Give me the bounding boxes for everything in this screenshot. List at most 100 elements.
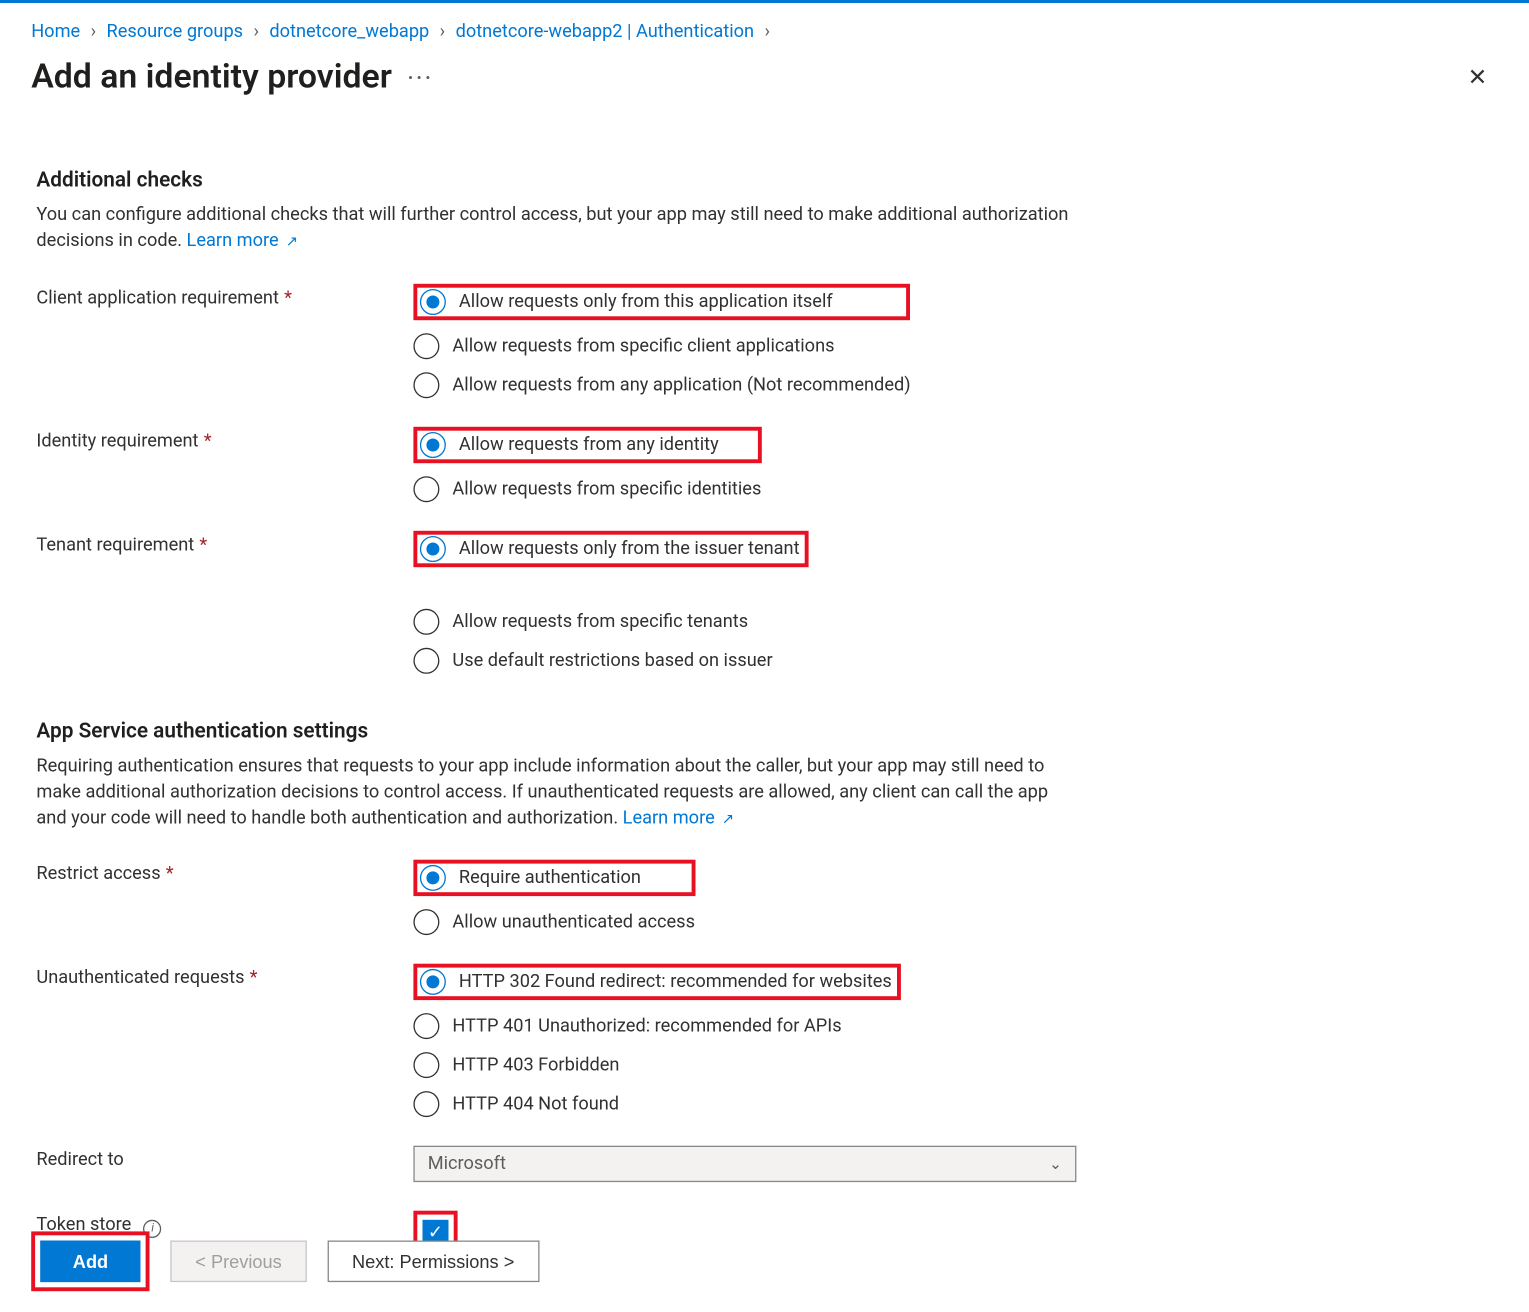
previous-button: < Previous — [171, 1241, 307, 1283]
highlight-box: Add — [31, 1231, 150, 1291]
radio-identity-any[interactable]: Allow requests from any identity — [420, 431, 719, 457]
close-icon[interactable]: ✕ — [1457, 58, 1497, 96]
label-text: Restrict access — [36, 864, 160, 885]
breadcrumb-home[interactable]: Home — [31, 21, 80, 42]
desc-text: Requiring authentication ensures that re… — [36, 755, 1048, 829]
tenant-label: Tenant requirement* — [36, 530, 413, 555]
radio-icon — [413, 476, 439, 502]
highlight-box: Allow requests only from the issuer tena… — [413, 530, 808, 566]
unauth-radio-group: HTTP 302 Found redirect: recommended for… — [413, 964, 901, 1117]
radio-http-403[interactable]: HTTP 403 Forbidden — [413, 1053, 901, 1079]
auth-settings-heading: App Service authentication settings — [36, 717, 1492, 742]
chevron-right-icon: › — [91, 21, 96, 42]
radio-allow-unauth[interactable]: Allow unauthenticated access — [413, 910, 695, 936]
radio-label: Allow requests from specific identities — [452, 478, 761, 499]
redirect-select[interactable]: Microsoft ⌄ — [413, 1146, 1076, 1182]
required-indicator: * — [166, 864, 174, 885]
page-title-text: Add an identity provider — [31, 58, 392, 97]
label-text: Client application requirement — [36, 287, 279, 308]
identity-radio-group: Allow requests from any identity Allow r… — [413, 426, 761, 501]
client-app-label: Client application requirement* — [36, 283, 413, 308]
radio-icon — [413, 910, 439, 936]
required-indicator: * — [204, 430, 212, 451]
radio-icon — [413, 1092, 439, 1118]
client-app-radio-group: Allow requests only from this applicatio… — [413, 283, 910, 397]
additional-checks-heading: Additional checks — [36, 167, 1492, 192]
radio-label: Allow unauthenticated access — [452, 912, 695, 933]
radio-label: Require authentication — [459, 868, 641, 889]
select-value: Microsoft — [428, 1154, 506, 1175]
radio-require-auth[interactable]: Require authentication — [420, 866, 641, 892]
chevron-right-icon: › — [440, 21, 445, 42]
next-permissions-button[interactable]: Next: Permissions > — [327, 1241, 539, 1283]
restrict-radio-group: Require authentication Allow unauthentic… — [413, 860, 695, 935]
radio-label: Allow requests from any identity — [459, 434, 719, 455]
redirect-label: Redirect to — [36, 1146, 413, 1171]
label-text: Identity requirement — [36, 430, 198, 451]
radio-tenant-specific[interactable]: Allow requests from specific tenants — [413, 608, 808, 634]
radio-icon — [413, 372, 439, 398]
radio-icon — [420, 431, 446, 457]
label-text: Tenant requirement — [36, 534, 194, 555]
radio-tenant-issuer[interactable]: Allow requests only from the issuer tena… — [420, 535, 800, 561]
unauth-label: Unauthenticated requests * — [36, 964, 413, 989]
footer-bar: Add < Previous Next: Permissions > — [0, 1211, 1529, 1312]
radio-label: HTTP 403 Forbidden — [452, 1055, 619, 1076]
radio-icon — [420, 288, 446, 314]
radio-http-302[interactable]: HTTP 302 Found redirect: recommended for… — [420, 970, 892, 996]
additional-checks-desc: You can configure additional checks that… — [36, 202, 1076, 255]
radio-icon — [420, 535, 446, 561]
identity-label: Identity requirement * — [36, 426, 413, 451]
chevron-right-icon: › — [253, 21, 258, 42]
radio-label: Allow requests from specific client appl… — [452, 335, 834, 356]
breadcrumb-webapp[interactable]: dotnetcore_webapp — [269, 21, 429, 42]
chevron-right-icon: › — [765, 21, 770, 42]
radio-label: Allow requests only from the issuer tena… — [459, 538, 800, 559]
radio-client-specific[interactable]: Allow requests from specific client appl… — [413, 333, 910, 359]
radio-client-self[interactable]: Allow requests only from this applicatio… — [420, 288, 833, 314]
radio-label: HTTP 302 Found redirect: recommended for… — [459, 972, 892, 993]
radio-label: Allow requests only from this applicatio… — [459, 291, 833, 312]
radio-icon — [413, 608, 439, 634]
radio-identity-specific[interactable]: Allow requests from specific identities — [413, 476, 761, 502]
breadcrumb-auth[interactable]: dotnetcore-webapp2 | Authentication — [456, 21, 755, 42]
required-indicator: * — [250, 968, 258, 989]
radio-http-404[interactable]: HTTP 404 Not found — [413, 1092, 901, 1118]
restrict-access-label: Restrict access * — [36, 860, 413, 885]
radio-label: Allow requests from any application (Not… — [452, 374, 910, 395]
learn-more-text: Learn more — [623, 808, 715, 829]
chevron-down-icon: ⌄ — [1049, 1155, 1062, 1173]
required-indicator: * — [199, 534, 207, 555]
add-button[interactable]: Add — [40, 1241, 140, 1283]
radio-label: Use default restrictions based on issuer — [452, 650, 772, 671]
radio-icon — [413, 1053, 439, 1079]
tenant-radio-group: Allow requests only from the issuer tena… — [413, 530, 808, 673]
radio-icon — [420, 866, 446, 892]
highlight-box: Allow requests only from this applicatio… — [413, 283, 910, 319]
breadcrumb-resource-groups[interactable]: Resource groups — [106, 21, 243, 42]
label-text: Unauthenticated requests — [36, 968, 244, 989]
radio-http-401[interactable]: HTTP 401 Unauthorized: recommended for A… — [413, 1014, 901, 1040]
breadcrumb: Home › Resource groups › dotnetcore_weba… — [0, 3, 1529, 50]
external-link-icon: ↗ — [286, 233, 298, 250]
learn-more-link-2[interactable]: Learn more ↗ — [623, 808, 734, 829]
auth-settings-desc: Requiring authentication ensures that re… — [36, 753, 1076, 832]
radio-label: HTTP 401 Unauthorized: recommended for A… — [452, 1016, 841, 1037]
radio-label: HTTP 404 Not found — [452, 1094, 619, 1115]
external-link-icon: ↗ — [722, 811, 734, 828]
page-title: Add an identity provider ··· — [31, 58, 433, 97]
radio-client-any[interactable]: Allow requests from any application (Not… — [413, 372, 910, 398]
required-indicator: * — [284, 287, 292, 308]
radio-icon — [413, 647, 439, 673]
learn-more-link[interactable]: Learn more ↗ — [187, 231, 298, 252]
highlight-box: HTTP 302 Found redirect: recommended for… — [413, 964, 901, 1000]
radio-label: Allow requests from specific tenants — [452, 611, 748, 632]
highlight-box: Require authentication — [413, 860, 695, 896]
radio-icon — [413, 333, 439, 359]
radio-tenant-default[interactable]: Use default restrictions based on issuer — [413, 647, 808, 673]
radio-icon — [420, 970, 446, 996]
radio-icon — [413, 1014, 439, 1040]
more-actions-icon[interactable]: ··· — [407, 65, 433, 90]
highlight-box: Allow requests from any identity — [413, 426, 761, 462]
learn-more-text: Learn more — [187, 231, 279, 252]
